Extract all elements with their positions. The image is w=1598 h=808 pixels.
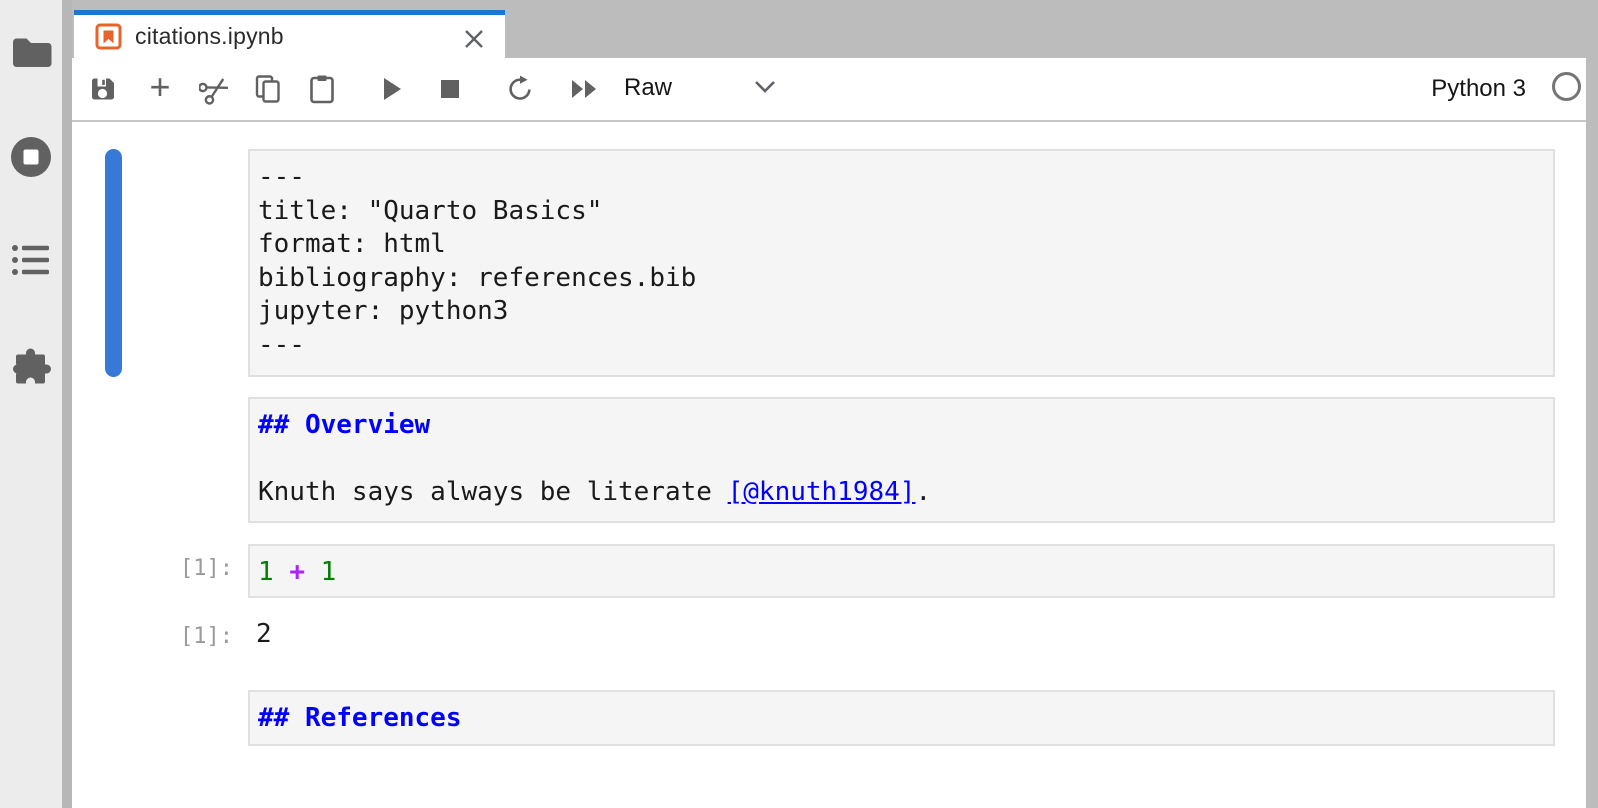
cut-cells-button[interactable] (193, 68, 237, 110)
raw-cell-source: --- title: "Quarto Basics" format: html … (250, 151, 1553, 372)
markdown-cell-source: ## Overview Knuth says always be literat… (250, 399, 1553, 520)
restart-kernel-button[interactable] (498, 68, 542, 110)
save-icon (88, 75, 116, 103)
markdown-heading: ## References (258, 703, 462, 733)
markdown-cell-references[interactable]: ## References (248, 690, 1555, 746)
kernel-status-icon[interactable] (1552, 72, 1581, 101)
markdown-text: Knuth says always be literate (258, 477, 728, 507)
markdown-cell-source: ## References (250, 692, 1553, 746)
kernel-name[interactable]: Python 3 (1431, 75, 1526, 103)
tab-title: citations.ipynb (135, 23, 284, 50)
interrupt-kernel-button[interactable] (428, 68, 472, 110)
sidebar-item-file-browser[interactable] (11, 32, 51, 72)
sidebar-item-extensions[interactable] (11, 348, 51, 388)
close-icon[interactable] (462, 27, 486, 51)
insert-cell-button[interactable]: + (138, 68, 182, 110)
cell-output: 2 (256, 619, 272, 649)
copy-cells-button[interactable] (246, 68, 290, 110)
notebook-icon (95, 23, 122, 50)
raw-cell-editor[interactable]: --- title: "Quarto Basics" format: html … (248, 149, 1555, 377)
notebook-toolbar: + (72, 58, 1586, 122)
folder-icon (10, 34, 52, 70)
fast-forward-icon (570, 78, 600, 100)
sidebar-divider (62, 0, 72, 808)
plus-icon: + (149, 69, 170, 105)
scissors-icon (199, 73, 231, 105)
restart-icon (505, 74, 535, 104)
running-icon (10, 136, 52, 178)
run-cell-button[interactable] (370, 68, 414, 110)
tab-bar: citations.ipynb (72, 0, 1598, 58)
markdown-heading: ## Overview (258, 410, 430, 440)
citation-link[interactable]: [@knuth1984] (728, 477, 916, 507)
save-button[interactable] (80, 68, 124, 110)
markdown-text-end: . (915, 477, 931, 507)
sidebar-item-table-of-contents[interactable] (11, 240, 51, 280)
copy-icon (254, 74, 282, 104)
play-icon (381, 76, 403, 102)
input-prompt: [1]: (72, 556, 233, 581)
tab-citations-ipynb[interactable]: citations.ipynb (74, 10, 505, 58)
puzzle-icon (11, 348, 51, 388)
paste-icon (309, 74, 335, 104)
cell-type-dropdown[interactable]: Raw (624, 74, 672, 102)
left-activity-bar (0, 0, 62, 808)
paste-cells-button[interactable] (300, 68, 344, 110)
restart-run-all-button[interactable] (563, 68, 607, 110)
toc-icon (11, 243, 51, 277)
jupyterlab-window: citations.ipynb + (0, 0, 1598, 808)
selected-cell-collapser[interactable] (105, 149, 122, 377)
sidebar-item-running-kernels[interactable] (11, 137, 51, 177)
code-cell-editor[interactable]: 1 + 1 (248, 544, 1555, 598)
notebook-panel: --- title: "Quarto Basics" format: html … (72, 124, 1586, 808)
output-prompt: [1]: (72, 624, 233, 649)
chevron-down-icon[interactable] (752, 78, 778, 96)
code-cell-source: 1 + 1 (250, 546, 1553, 600)
stop-icon (440, 79, 460, 99)
markdown-cell-overview[interactable]: ## Overview Knuth says always be literat… (248, 397, 1555, 523)
scrollbar[interactable] (1586, 58, 1598, 808)
